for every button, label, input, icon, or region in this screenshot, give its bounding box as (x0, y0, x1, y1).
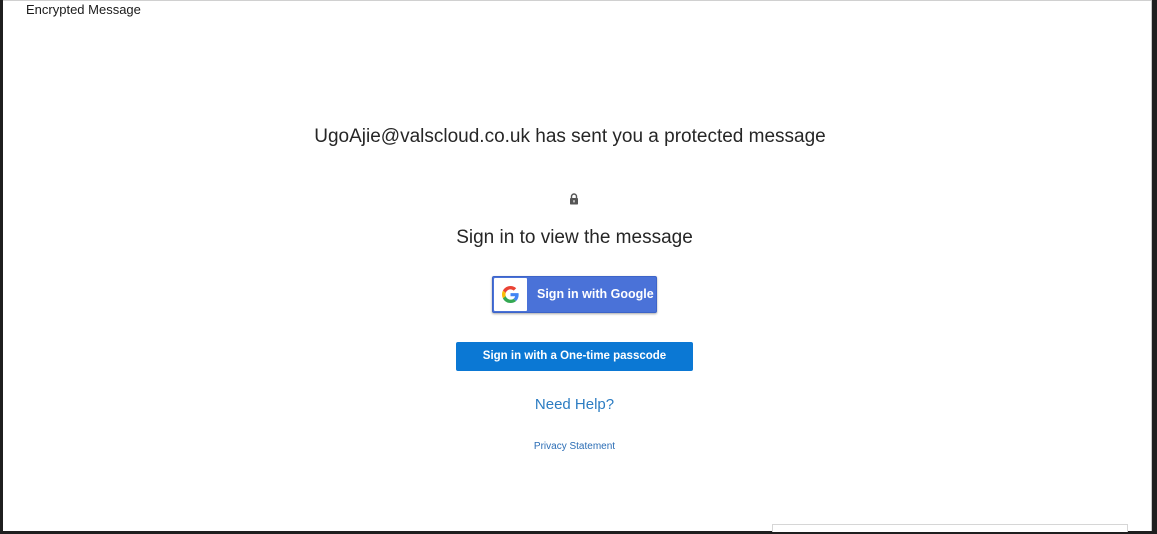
need-help-link[interactable]: Need Help? (0, 396, 1149, 413)
window-left-border (0, 0, 3, 534)
google-logo-box (494, 278, 527, 311)
message-window: Encrypted Message UgoAjie@valscloud.co.u… (0, 0, 1157, 534)
sender-line: UgoAjie@valscloud.co.uk has sent you a p… (314, 126, 826, 147)
window-title: Encrypted Message (26, 2, 141, 17)
privacy-statement-link[interactable]: Privacy Statement (0, 441, 1149, 452)
sign-in-with-google-button[interactable]: Sign in with Google (492, 276, 657, 313)
google-button-label: Sign in with Google (537, 287, 654, 301)
signin-heading: Sign in to view the message (456, 227, 693, 248)
window-top-border (0, 0, 1157, 1)
google-g-icon (502, 286, 519, 303)
one-time-passcode-button[interactable]: Sign in with a One-time passcode (456, 342, 693, 371)
lock-icon (569, 192, 579, 205)
window-right-border (1152, 0, 1157, 534)
bottom-panel-edge (772, 524, 1128, 532)
